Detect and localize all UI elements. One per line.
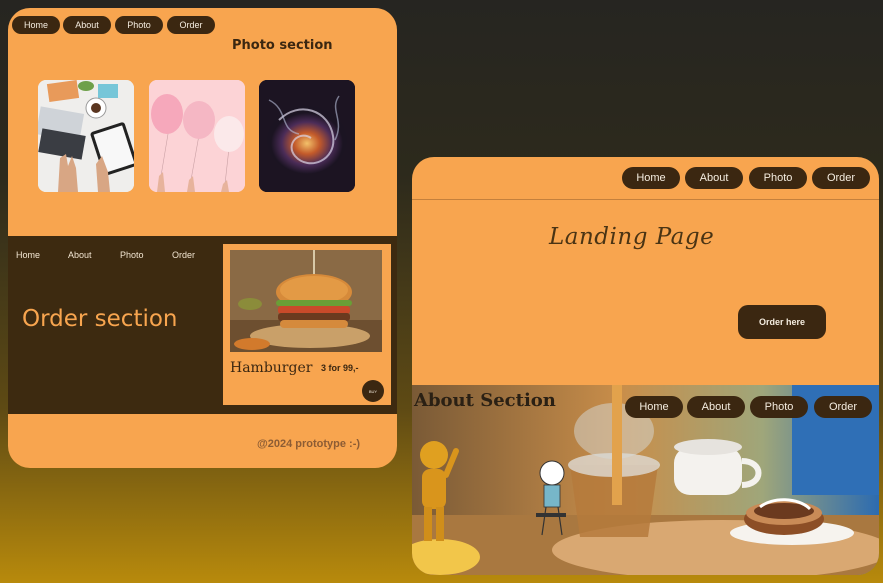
hamburger-photo: [230, 250, 382, 352]
header-divider: [412, 199, 879, 200]
nav-order-button[interactable]: Order: [812, 167, 870, 189]
about-nav-order-button[interactable]: Order: [814, 396, 872, 418]
nav-home-button[interactable]: Home: [12, 16, 60, 34]
about-section: About Section Home About Photo Order: [412, 385, 879, 575]
product-name: Hamburger: [230, 360, 313, 376]
order-here-button[interactable]: Order here: [738, 305, 826, 339]
nav-photo-button[interactable]: Photo: [749, 167, 807, 189]
product-price: 3 for 99,-: [321, 363, 359, 373]
balloons-illustration: [149, 80, 245, 192]
order-section-title: Order section: [22, 306, 178, 332]
landing-page-title: Landing Page: [549, 224, 715, 250]
nav-order-button[interactable]: Order: [167, 16, 215, 34]
swirl-illustration: [259, 80, 355, 192]
nav-home-button[interactable]: Home: [622, 167, 680, 189]
hamburger-illustration: [230, 250, 382, 352]
order-nav-home[interactable]: Home: [16, 250, 40, 260]
product-card: Hamburger 3 for 99,- BUY: [223, 244, 391, 405]
about-nav-photo-button[interactable]: Photo: [750, 396, 808, 418]
footer-copyright: @2024 prototype :-): [257, 438, 361, 450]
swirl-photo[interactable]: [259, 80, 355, 192]
about-nav-home-button[interactable]: Home: [625, 396, 683, 418]
order-nav-photo[interactable]: Photo: [120, 250, 144, 260]
photo-section-title: Photo section: [232, 38, 333, 53]
order-nav-order[interactable]: Order: [172, 250, 195, 260]
nav-about-button[interactable]: About: [63, 16, 111, 34]
balloons-photo[interactable]: [149, 80, 245, 192]
left-prototype-card: Home About Photo Order Photo section Hom…: [8, 8, 397, 468]
about-nav-about-button[interactable]: About: [687, 396, 745, 418]
order-section: Home About Photo Order Order section Ham…: [8, 236, 397, 414]
nav-about-button[interactable]: About: [685, 167, 743, 189]
right-prototype-card: Home About Photo Order Landing Page Orde…: [412, 157, 879, 575]
order-nav-about[interactable]: About: [68, 250, 92, 260]
workspace-illustration: [38, 80, 134, 192]
buy-button[interactable]: BUY: [362, 380, 384, 402]
about-section-title: About Section: [414, 390, 556, 411]
nav-photo-button[interactable]: Photo: [115, 16, 163, 34]
workspace-photo[interactable]: [38, 80, 134, 192]
